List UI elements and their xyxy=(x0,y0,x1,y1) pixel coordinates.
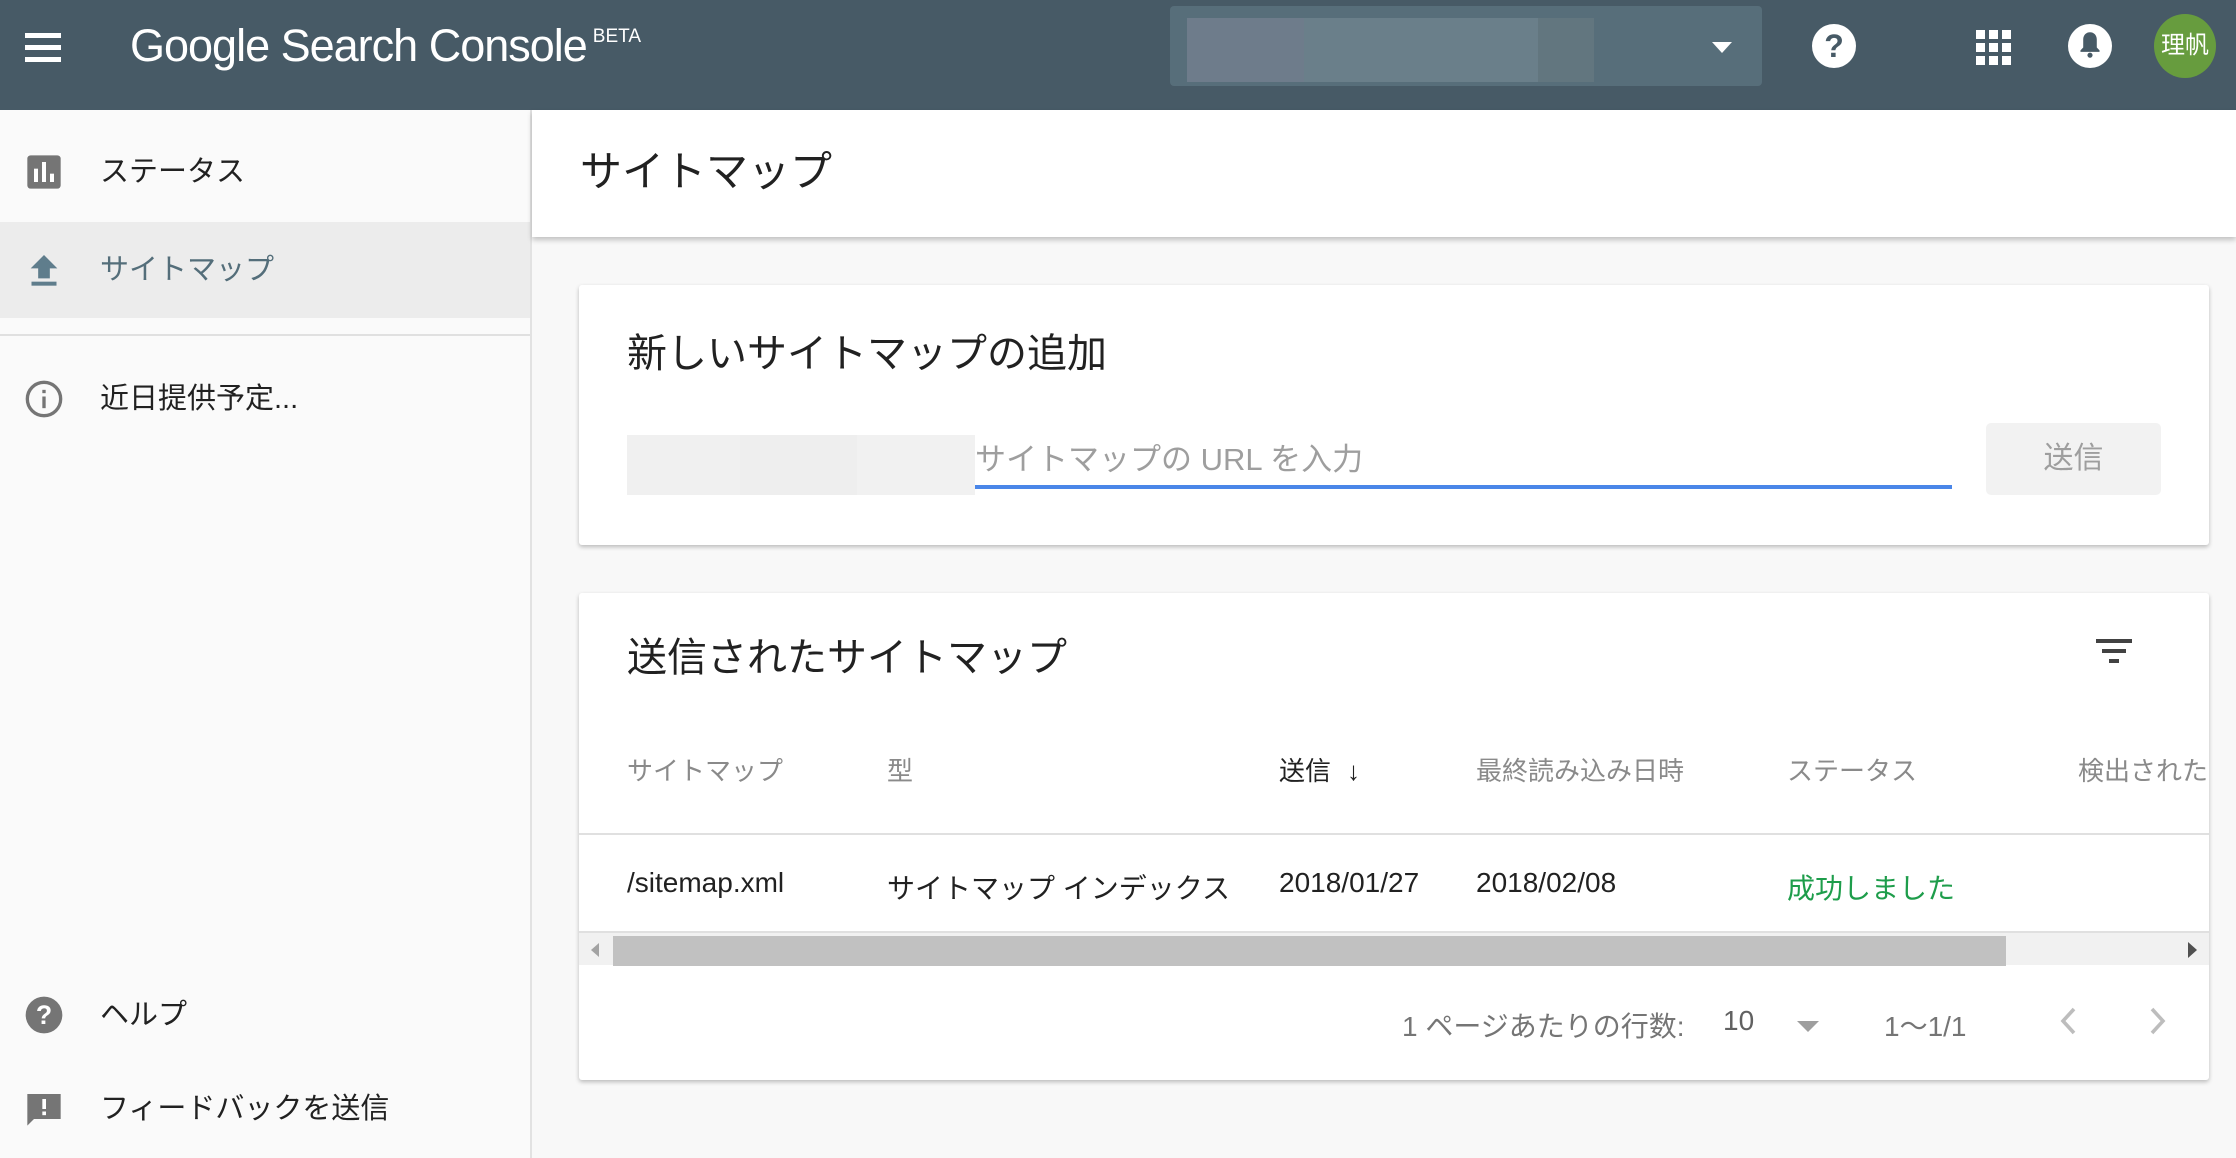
scroll-left-arrow-icon[interactable] xyxy=(591,943,599,957)
add-sitemap-title: 新しいサイトマップの追加 xyxy=(627,332,1107,376)
column-header-label: 送信 xyxy=(1279,756,1332,786)
sidebar-item-status[interactable]: ステータス xyxy=(0,124,530,220)
sidebar-item-coming-soon[interactable]: 近日提供予定... xyxy=(0,351,530,447)
rows-per-page-select[interactable]: 10 xyxy=(1723,997,1823,1045)
rows-per-page-value: 10 xyxy=(1723,1005,1755,1036)
site-url-prefix xyxy=(627,435,975,495)
menu-icon-bar xyxy=(25,33,61,38)
chevron-right-icon xyxy=(2150,1007,2166,1035)
sidebar-item-label: サイトマップ xyxy=(100,254,275,286)
submitted-sitemaps-card: 送信されたサイトマップ サイトマップ 型 送信 ↓ 最終読み込み日時 ステータス … xyxy=(579,593,2209,1080)
property-selector[interactable] xyxy=(1170,6,1762,86)
info-icon xyxy=(25,380,63,418)
apps-button[interactable] xyxy=(1976,30,2012,66)
chevron-down-icon xyxy=(1797,1021,1819,1032)
cell-type: サイトマップ インデックス xyxy=(887,873,1230,904)
account-avatar[interactable]: 理帆 xyxy=(2154,14,2216,78)
feedback-icon xyxy=(27,1094,61,1126)
menu-icon-bar xyxy=(25,45,61,50)
table-divider xyxy=(579,833,2209,835)
column-header-status[interactable]: ステータス xyxy=(1787,751,1917,788)
cell-sitemap: /sitemap.xml xyxy=(627,867,785,898)
sidebar-item-help[interactable]: ? ヘルプ xyxy=(0,967,530,1063)
submitted-sitemaps-title: 送信されたサイトマップ xyxy=(627,636,1067,680)
column-header-last-read[interactable]: 最終読み込み日時 xyxy=(1476,751,1684,788)
sitemap-url-input[interactable] xyxy=(975,435,1952,489)
filter-button[interactable] xyxy=(2094,637,2134,673)
rows-per-page-label: 1 ページあたりの行数: xyxy=(1402,1011,1685,1042)
page-header: サイトマップ xyxy=(532,110,2236,237)
cell-status: 成功しました xyxy=(1787,873,1956,904)
submit-sitemap-button[interactable]: 送信 xyxy=(1986,423,2161,495)
scrollbar-thumb[interactable] xyxy=(613,936,2006,966)
bell-icon xyxy=(2068,24,2112,68)
sidebar-item-send-feedback[interactable]: フィードバックを送信 xyxy=(0,1061,530,1157)
cell-submitted: 2018/01/27 xyxy=(1279,867,1420,898)
sidebar-item-sitemaps[interactable]: サイトマップ xyxy=(0,222,530,318)
sidebar-item-label: 近日提供予定... xyxy=(100,383,299,415)
table-horizontal-scrollbar[interactable] xyxy=(579,933,2209,966)
help-icon: ? xyxy=(1812,24,1856,68)
cell-last-read: 2018/02/08 xyxy=(1476,867,1617,898)
column-header-type[interactable]: 型 xyxy=(887,751,913,788)
help-icon: ? xyxy=(25,996,63,1034)
property-name-redacted xyxy=(1187,18,1594,82)
sidebar-item-label: フィードバックを送信 xyxy=(100,1093,390,1125)
notifications-button[interactable] xyxy=(2068,22,2112,68)
pagination-range: 1～1/1 xyxy=(1884,1011,1967,1042)
beta-badge: BETA xyxy=(592,26,642,47)
product-name: Google Search Console xyxy=(130,20,588,71)
page-title: サイトマップ xyxy=(580,148,833,195)
upload-icon xyxy=(30,255,58,286)
sidebar-item-label: ヘルプ xyxy=(100,999,188,1031)
column-header-sitemap[interactable]: サイトマップ xyxy=(627,751,783,788)
top-app-bar: Google Search Console BETA ? 理帆 xyxy=(0,0,2236,110)
column-header-submitted[interactable]: 送信 ↓ xyxy=(1279,751,1360,788)
help-button[interactable]: ? xyxy=(1812,24,1856,68)
chevron-down-icon xyxy=(1712,42,1732,53)
svg-text:?: ? xyxy=(36,1000,52,1030)
column-header-discovered[interactable]: 検出された xyxy=(2078,751,2208,788)
next-page-button[interactable] xyxy=(2137,997,2177,1045)
menu-icon-bar xyxy=(25,57,61,62)
main-menu-button[interactable] xyxy=(22,33,64,75)
sidebar: ステータス サイトマップ 近日提供予定... ? ヘルプ フィードバックを送信 xyxy=(0,110,532,1158)
chevron-left-icon xyxy=(2060,1007,2076,1035)
add-sitemap-card: 新しいサイトマップの追加 送信 xyxy=(579,285,2209,545)
sidebar-item-label: ステータス xyxy=(100,156,246,188)
arrow-down-icon: ↓ xyxy=(1347,756,1361,786)
bar-chart-icon xyxy=(27,155,61,189)
scroll-right-arrow-icon[interactable] xyxy=(2188,942,2197,958)
previous-page-button[interactable] xyxy=(2049,997,2089,1045)
product-logo[interactable]: Google Search Console BETA xyxy=(130,20,641,72)
sidebar-divider xyxy=(0,334,530,336)
